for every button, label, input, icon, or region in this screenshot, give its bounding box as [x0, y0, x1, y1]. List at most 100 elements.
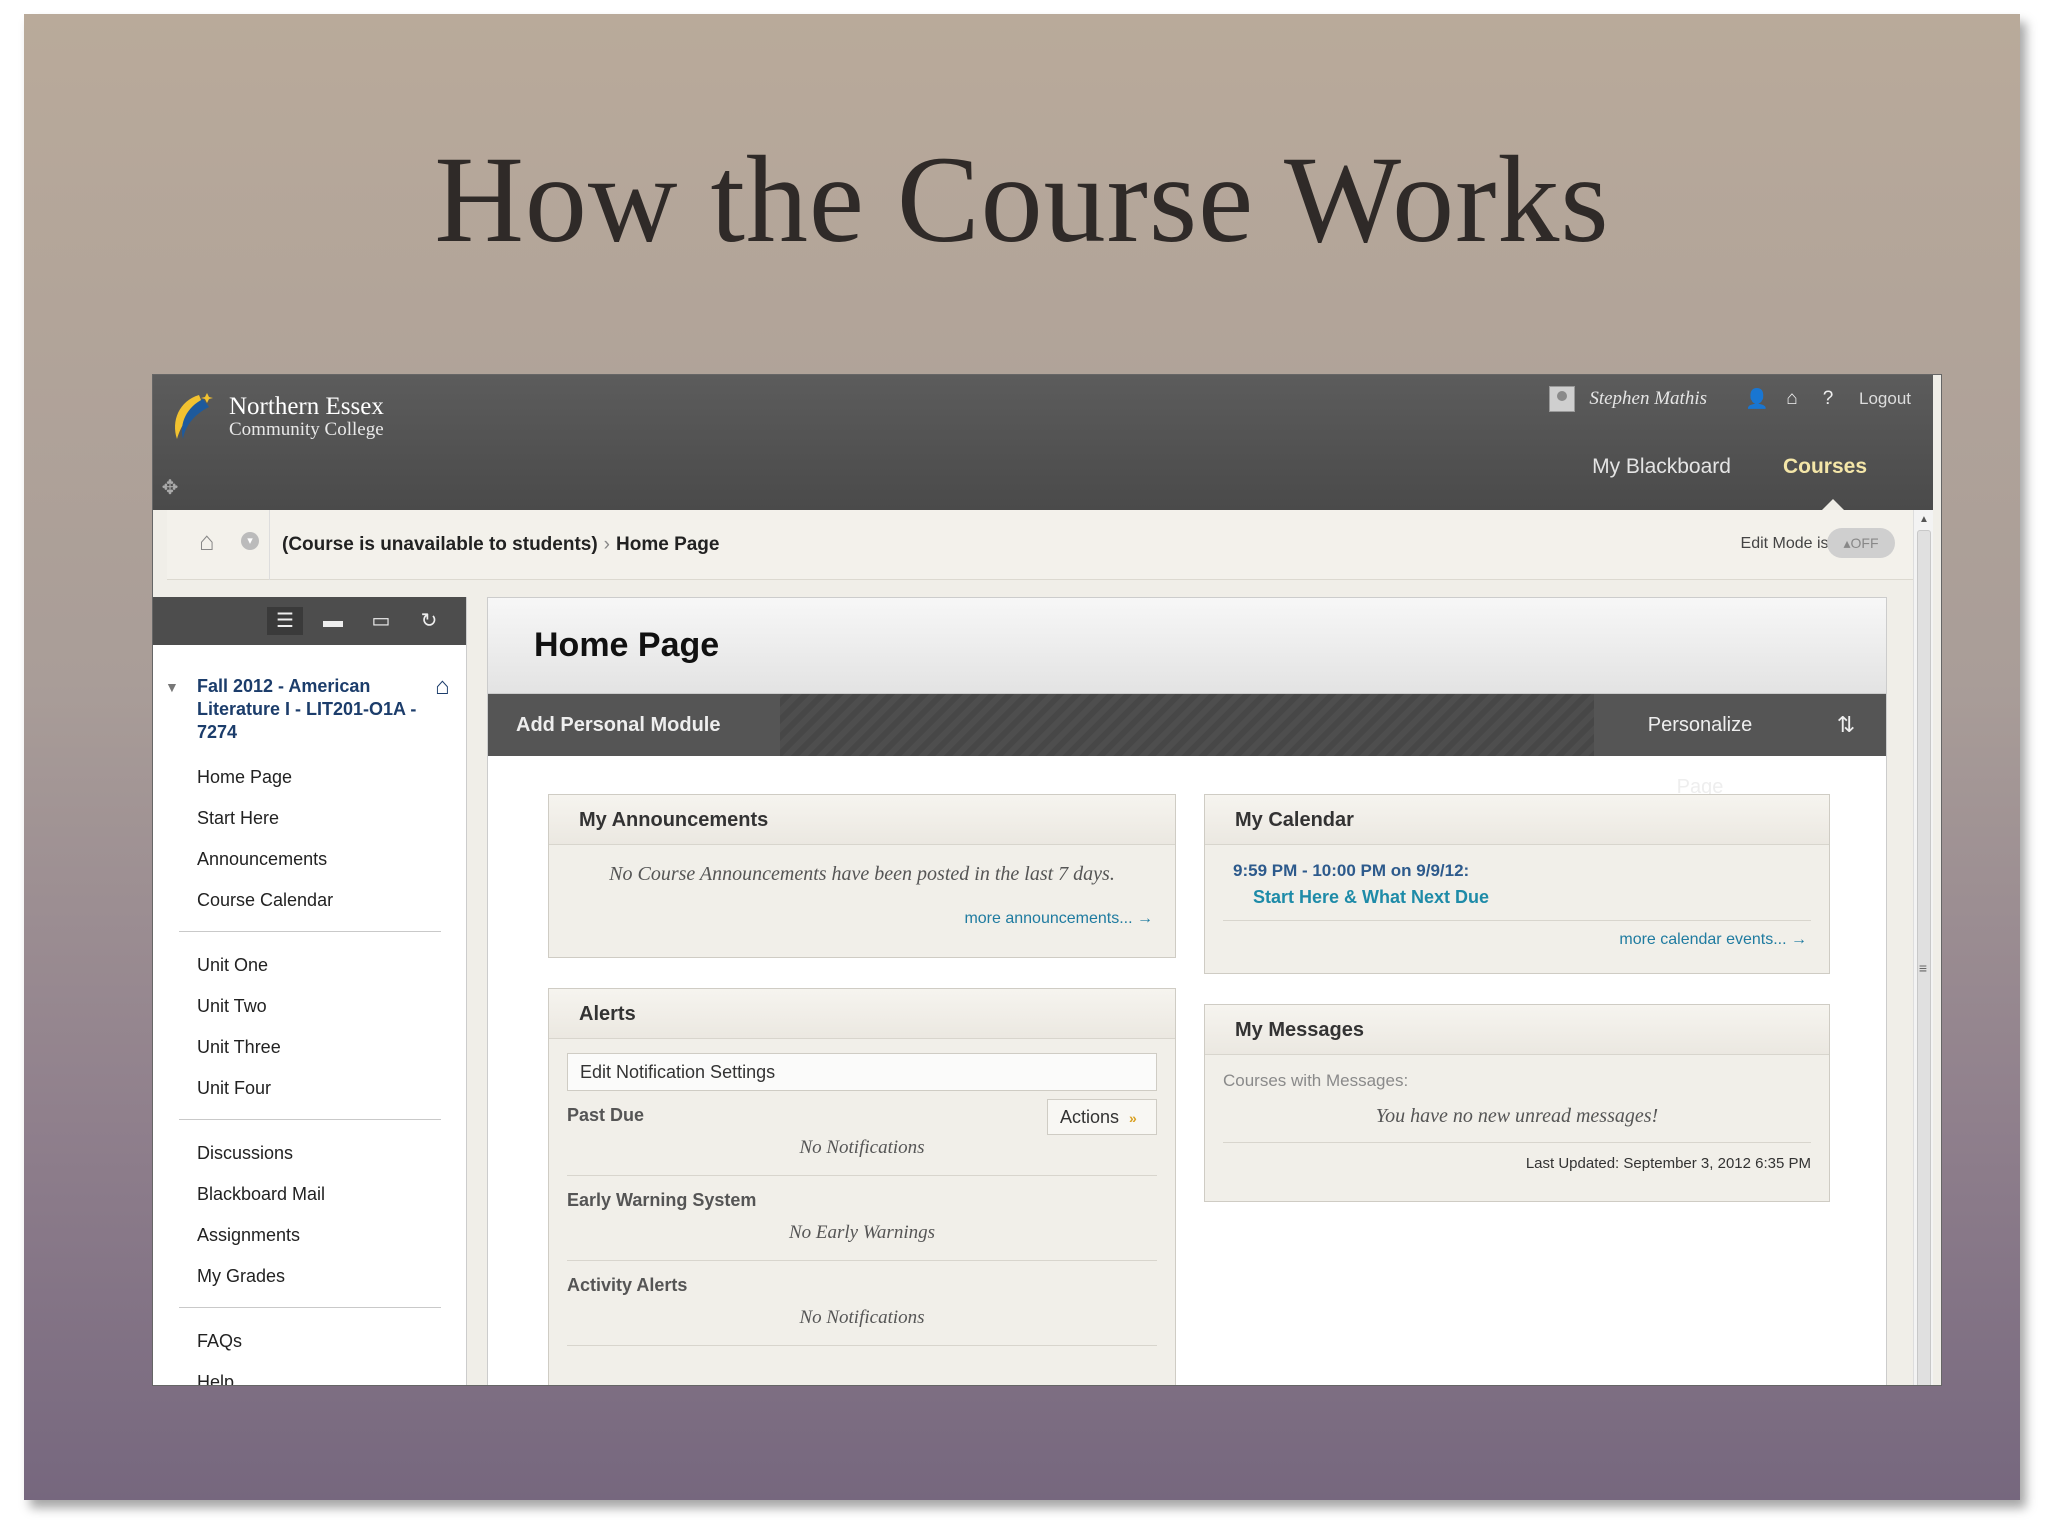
add-personal-module-button[interactable]: Add Personal Module: [488, 694, 780, 756]
announcements-module: My Announcements No Course Announcements…: [548, 794, 1176, 958]
past-due-label[interactable]: Past Due: [567, 1105, 644, 1126]
menu-item-my-grades[interactable]: My Grades: [197, 1256, 437, 1297]
menu-item-start-here[interactable]: Start Here: [197, 798, 437, 839]
menu-item-unit-three[interactable]: Unit Three: [197, 1027, 437, 1068]
slide: How the Course Works Northern Essex Comm…: [24, 14, 2020, 1500]
breadcrumb-bar: ⌂ ▾ (Course is unavailable to students) ›…: [167, 510, 1913, 580]
logo-line2: Community College: [229, 419, 384, 440]
personalize-page-button[interactable]: Personalize Page: [1594, 694, 1806, 798]
course-menu: ☰ ▬ ▭ ↻ ▼ Fall 2012 - American Literatur…: [153, 597, 467, 1385]
menu-divider: [179, 1119, 441, 1120]
module-title[interactable]: My Calendar: [1205, 795, 1829, 845]
alerts-module: Alerts Edit Notification Settings Past D…: [548, 988, 1176, 1385]
double-chevron-down-icon: »: [1129, 1110, 1137, 1126]
menu-item-help[interactable]: Help: [197, 1362, 437, 1385]
edit-mode-toggle[interactable]: ▴OFF: [1827, 528, 1895, 558]
grip-icon: ≡: [1918, 960, 1928, 976]
breadcrumb-menu-icon[interactable]: ▾: [241, 532, 259, 550]
menu-item-faqs[interactable]: FAQs: [197, 1321, 437, 1362]
move-handle-icon[interactable]: ✥: [153, 471, 187, 505]
page-header: Home Page: [488, 598, 1886, 694]
main-content: Home Page Add Personal Module Personaliz…: [487, 597, 1887, 1385]
menu-divider: [179, 1307, 441, 1308]
divider: [269, 510, 270, 580]
menu-item-blackboard-mail[interactable]: Blackboard Mail: [197, 1174, 437, 1215]
home-icon[interactable]: ⌂: [1781, 388, 1803, 410]
folder-view-icon[interactable]: ▬: [315, 607, 351, 635]
page-scrollbar[interactable]: ▲ ≡: [1913, 510, 1934, 1385]
alert-row-activity: Activity Alerts: [549, 1261, 1175, 1307]
menu-divider: [179, 931, 441, 932]
menu-group-4: FAQs Help: [197, 1321, 437, 1385]
alert-row-past-due: Past Due Actions»: [549, 1091, 1175, 1137]
messages-empty: You have no new unread messages!: [1375, 1105, 1659, 1127]
divider: [1223, 1142, 1811, 1143]
blackboard-screenshot: Northern Essex Community College ✥ Steph…: [152, 374, 1942, 1386]
collapse-caret-icon[interactable]: ▼: [165, 679, 179, 695]
menu-item-course-calendar[interactable]: Course Calendar: [197, 880, 437, 921]
breadcrumb-home-icon[interactable]: ⌂: [199, 526, 215, 557]
course-menu-toolbar: ☰ ▬ ▭ ↻: [153, 597, 466, 645]
past-due-empty: No Notifications: [799, 1137, 925, 1158]
module-title[interactable]: My Messages: [1205, 1005, 1829, 1055]
edit-mode-label: Edit Mode is:: [1740, 535, 1833, 552]
activity-alerts-label[interactable]: Activity Alerts: [567, 1275, 687, 1296]
messages-module: My Messages Courses with Messages: You h…: [1204, 1004, 1830, 1202]
list-view-icon[interactable]: ☰: [267, 607, 303, 635]
help-icon[interactable]: ?: [1817, 388, 1839, 410]
menu-item-discussions[interactable]: Discussions: [197, 1133, 437, 1174]
menu-item-announcements[interactable]: Announcements: [197, 839, 437, 880]
module-title[interactable]: Alerts: [549, 989, 1175, 1039]
breadcrumb-page: Home Page: [616, 534, 720, 555]
page-title: Home Page: [534, 626, 720, 664]
alert-row-early-warning: Early Warning System: [549, 1176, 1175, 1222]
menu-group-3: Discussions Blackboard Mail Assignments …: [197, 1133, 437, 1297]
tab-my-blackboard[interactable]: My Blackboard: [1592, 455, 1731, 479]
user-bar: Stephen Mathis 👤 ⌂ ? Logout: [1549, 381, 1911, 417]
user-icon[interactable]: 👤: [1745, 387, 1769, 411]
refresh-icon[interactable]: ↻: [411, 607, 447, 635]
college-logo[interactable]: Northern Essex Community College: [169, 389, 384, 449]
menu-item-unit-four[interactable]: Unit Four: [197, 1068, 437, 1109]
divider: [1223, 920, 1811, 921]
course-home-icon[interactable]: ⌂: [435, 673, 450, 701]
menu-item-home-page[interactable]: Home Page: [197, 757, 437, 798]
logout-link[interactable]: Logout: [1859, 389, 1911, 409]
top-bar: Northern Essex Community College ✥ Steph…: [153, 375, 1933, 513]
more-announcements-link[interactable]: more announcements... →: [549, 910, 1153, 928]
calendar-module: My Calendar 9:59 PM - 10:00 PM on 9/9/12…: [1204, 794, 1830, 974]
calendar-event-link[interactable]: Start Here & What Next Due: [1253, 887, 1829, 908]
menu-group-2: Unit One Unit Two Unit Three Unit Four: [197, 945, 437, 1109]
more-calendar-events-link[interactable]: more calendar events... →: [1205, 931, 1807, 949]
scroll-up-icon[interactable]: ▲: [1914, 514, 1934, 525]
scrollbar-thumb[interactable]: [1917, 530, 1931, 1385]
menu-item-unit-two[interactable]: Unit Two: [197, 986, 437, 1027]
divider: [567, 1345, 1157, 1346]
module-title[interactable]: My Announcements: [549, 795, 1175, 845]
courses-with-messages-label: Courses with Messages:: [1223, 1071, 1409, 1090]
menu-item-assignments[interactable]: Assignments: [197, 1215, 437, 1256]
calendar-event-time: 9:59 PM - 10:00 PM on 9/9/12:: [1233, 861, 1470, 880]
actions-button[interactable]: Actions»: [1047, 1099, 1157, 1135]
course-title[interactable]: Fall 2012 - American Literature I - LIT2…: [197, 675, 427, 744]
edit-notification-settings-button[interactable]: Edit Notification Settings: [567, 1053, 1157, 1091]
announcements-empty: No Course Announcements have been posted…: [609, 863, 1115, 885]
early-warning-label[interactable]: Early Warning System: [567, 1190, 756, 1211]
early-warning-empty: No Early Warnings: [788, 1222, 936, 1243]
main-tabs: My Blackboard Courses: [1592, 455, 1867, 513]
user-name[interactable]: Stephen Mathis: [1589, 388, 1707, 410]
action-bar: Add Personal Module Personalize Page ⇅: [488, 694, 1886, 798]
logo-line1: Northern Essex: [229, 393, 384, 420]
reorder-icon[interactable]: ⇅: [1806, 694, 1886, 756]
menu-item-unit-one[interactable]: Unit One: [197, 945, 437, 986]
breadcrumb-course[interactable]: (Course is unavailable to students): [282, 534, 598, 555]
messages-last-updated: Last Updated: September 3, 2012 6:35 PM: [1525, 1155, 1811, 1172]
slide-title: How the Course Works: [434, 131, 1610, 268]
logo-swoosh-icon: [175, 393, 213, 439]
chevron-right-icon: ›: [603, 534, 610, 555]
activity-empty: No Notifications: [799, 1307, 925, 1328]
new-window-icon[interactable]: ▭: [363, 607, 399, 635]
breadcrumb: (Course is unavailable to students) › Home…: [282, 534, 719, 556]
tab-courses[interactable]: Courses: [1783, 455, 1867, 513]
avatar[interactable]: [1549, 386, 1576, 412]
